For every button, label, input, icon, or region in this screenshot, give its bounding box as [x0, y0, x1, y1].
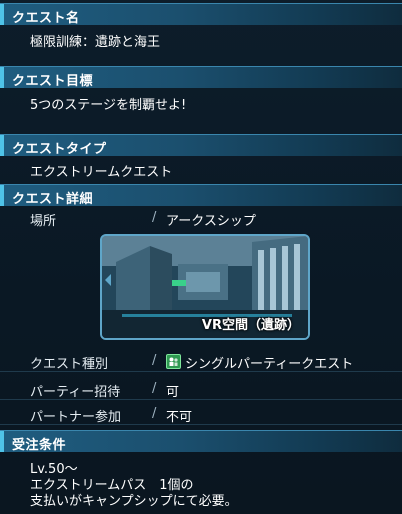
- quest-type-header-label: クエストタイプ: [12, 142, 107, 157]
- quest-name-header-label: クエスト名: [12, 11, 80, 26]
- location-row: 場所 / アークスシップ: [0, 207, 402, 229]
- location-thumbnail: VR空間（遺跡）: [100, 234, 310, 340]
- party-invite-value: 可: [166, 385, 180, 400]
- quest-info-panel: クエスト名 極限訓練：遺跡と海王 クエスト目標 5つのステージを制覇せよ! クエ…: [0, 0, 402, 514]
- single-party-icon: [166, 354, 181, 369]
- location-value: アークスシップ: [166, 214, 256, 229]
- quest-category-value: シングルパーティークエスト: [185, 357, 354, 372]
- location-separator: /: [152, 210, 157, 225]
- quest-goal-value: 5つのステージを制覇せよ!: [30, 98, 187, 113]
- requirements-header-label: 受注条件: [12, 438, 67, 453]
- quest-category-row: クエスト種別 / シングルパーティークエスト: [0, 350, 402, 372]
- quest-type-value: エクストリームクエスト: [30, 165, 173, 180]
- quest-name-value: 極限訓練：遺跡と海王: [30, 35, 161, 50]
- quest-category-separator: /: [152, 353, 157, 368]
- thumbnail-caption: VR空間（遺跡）: [201, 318, 300, 333]
- party-invite-label: パーティー招待: [30, 385, 121, 400]
- quest-type-header: クエストタイプ: [0, 134, 402, 157]
- quest-detail-header: クエスト詳細: [0, 184, 402, 207]
- location-label: 場所: [30, 214, 57, 229]
- requirements-header: 受注条件: [0, 430, 402, 453]
- quest-name-header: クエスト名: [0, 3, 402, 26]
- thumbnail-prev-arrow-icon: [105, 274, 111, 286]
- partner-join-label: パートナー参加: [30, 410, 122, 425]
- partner-join-value: 不可: [166, 410, 193, 425]
- quest-goal-header: クエスト目標: [0, 66, 402, 89]
- quest-category-label: クエスト種別: [30, 357, 109, 372]
- partner-join-row: パートナー参加 / 不可: [0, 403, 402, 425]
- quest-goal-header-label: クエスト目標: [12, 74, 94, 89]
- party-invite-separator: /: [152, 381, 157, 396]
- party-invite-row: パーティー招待 / 可: [0, 378, 402, 400]
- partner-join-separator: /: [152, 406, 157, 421]
- quest-detail-header-label: クエスト詳細: [12, 192, 94, 207]
- requirement-line: 支払いがキャンプシップにて必要。: [30, 494, 238, 509]
